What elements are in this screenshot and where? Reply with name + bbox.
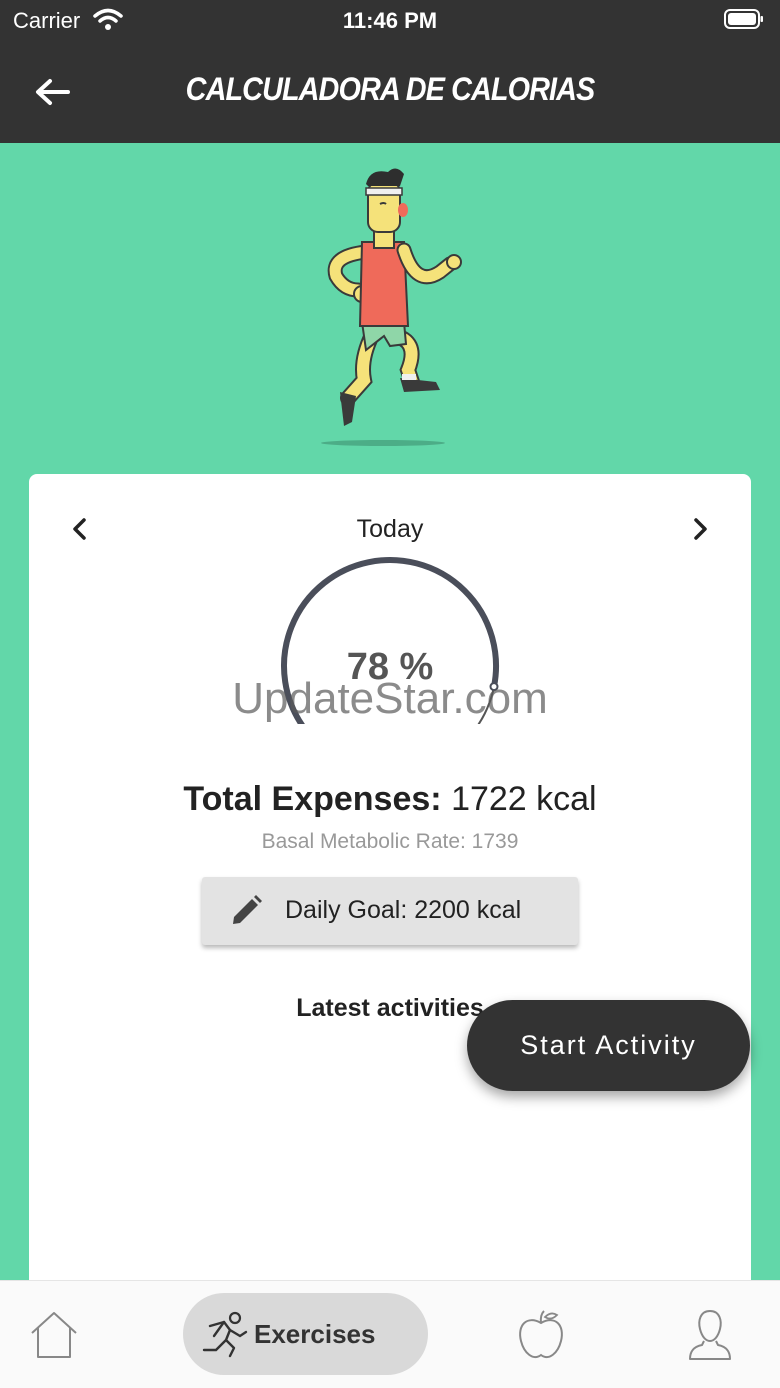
chevron-right-icon[interactable]	[685, 514, 715, 544]
nav-tab-exercises[interactable]: Exercises	[183, 1293, 428, 1375]
start-activity-label: Start Activity	[520, 1030, 697, 1060]
home-icon[interactable]	[26, 1309, 82, 1361]
app-header: CALCULADORA DE CALORIAS	[0, 40, 780, 143]
total-expenses-value: 1722 kcal	[451, 780, 597, 818]
start-activity-button[interactable]: Start Activity	[467, 1000, 750, 1091]
bottom-nav: Exercises	[0, 1280, 780, 1388]
nav-tab-exercises-label: Exercises	[254, 1319, 376, 1349]
clock: 11:46 PM	[342, 8, 438, 33]
day-label: Today	[356, 515, 424, 543]
basal-metabolic-rate: Basal Metabolic Rate: 1739	[261, 830, 519, 853]
watermark: UpdateStar.com	[232, 674, 548, 723]
pencil-icon	[233, 895, 262, 924]
running-man-illustration	[321, 168, 462, 446]
running-icon	[202, 1311, 248, 1358]
total-expenses-label: Total Expenses:	[183, 780, 442, 818]
daily-goal-label: Daily Goal: 2200 kcal	[285, 896, 522, 924]
battery-icon	[724, 9, 763, 29]
person-icon[interactable]	[686, 1307, 734, 1363]
apple-icon[interactable]	[515, 1309, 567, 1363]
status-bar: Carrier 11:46 PM	[0, 0, 780, 40]
daily-summary-card: Today 78 % UpdateStar.com Total Expenses…	[29, 474, 751, 1304]
page-title: CALCULADORA DE CALORIAS	[185, 71, 596, 107]
total-expenses: Total Expenses: 1722 kcal	[29, 780, 751, 819]
daily-goal-button[interactable]: Daily Goal: 2200 kcal	[202, 877, 578, 945]
